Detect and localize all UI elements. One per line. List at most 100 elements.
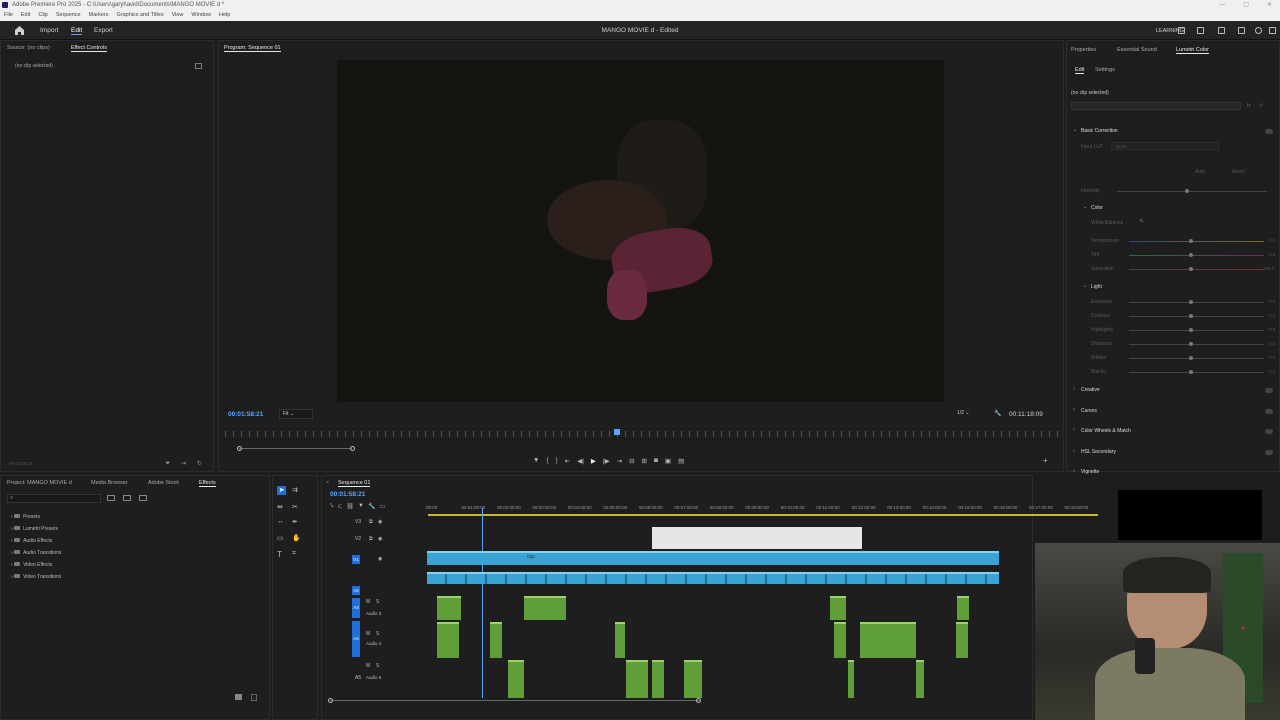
- camera-icon[interactable]: ◙: [654, 457, 658, 465]
- audio-clip[interactable]: [626, 660, 648, 698]
- section-basic-correction[interactable]: Basic Correction: [1081, 128, 1118, 134]
- close-button[interactable]: ✕: [1267, 0, 1272, 10]
- go-to-icon[interactable]: ⇥: [181, 460, 186, 467]
- tab-settings[interactable]: Settings: [1095, 67, 1115, 73]
- audio-clip[interactable]: [848, 660, 854, 698]
- yuv-effects-icon[interactable]: [139, 495, 147, 501]
- section-light[interactable]: Light: [1091, 284, 1102, 290]
- section-color[interactable]: Color: [1091, 205, 1103, 211]
- highlights-slider[interactable]: [1129, 328, 1264, 332]
- video-clip-v1[interactable]: Clip: [427, 551, 999, 565]
- tab-sequence[interactable]: Sequence 01: [338, 480, 371, 487]
- track-v2-label[interactable]: V2: [355, 536, 361, 542]
- saturation-slider[interactable]: [1129, 267, 1264, 271]
- tab-properties[interactable]: Properties: [1071, 47, 1096, 53]
- bin-presets[interactable]: › Presets: [11, 514, 40, 520]
- menu-sequence[interactable]: Sequence: [56, 10, 81, 21]
- tab-project[interactable]: Project: MANGO MOVIE d: [7, 480, 72, 486]
- chevron-right-icon[interactable]: ›: [1073, 448, 1075, 454]
- reset-button[interactable]: Reset: [1232, 169, 1245, 175]
- slip-tool-icon[interactable]: ↔: [277, 518, 284, 525]
- effects-search-input[interactable]: ⌕: [7, 494, 101, 503]
- fit-dropdown[interactable]: Fit ⌄: [279, 409, 313, 419]
- panel-export-icon[interactable]: [195, 63, 202, 69]
- add-marker-icon[interactable]: ▼: [533, 457, 539, 465]
- menu-view[interactable]: View: [172, 10, 184, 21]
- audio-clip[interactable]: [652, 660, 664, 698]
- work-area-bar[interactable]: [428, 514, 1098, 516]
- fx-icon[interactable]: fx: [1247, 103, 1251, 109]
- shadows-value[interactable]: 0.0: [1269, 341, 1275, 346]
- reset-icon[interactable]: ↺: [1259, 103, 1263, 109]
- menu-file[interactable]: File: [4, 10, 13, 21]
- wrench-icon[interactable]: 🔧: [994, 410, 1001, 417]
- nest-toggle-icon[interactable]: ⤥: [330, 503, 333, 510]
- 32bit-effects-icon[interactable]: [123, 495, 131, 501]
- step-back-icon[interactable]: ◀|: [577, 457, 584, 465]
- chevron-down-icon[interactable]: ⌄: [1073, 127, 1077, 133]
- eye-icon[interactable]: ◉: [378, 556, 382, 562]
- extract-icon[interactable]: ⊞: [642, 457, 647, 465]
- track-v1-target[interactable]: V1: [352, 555, 360, 564]
- audio-clip[interactable]: [684, 660, 702, 698]
- bin-video-transitions[interactable]: › Video Transitions: [11, 574, 61, 580]
- whites-value[interactable]: 0.0: [1269, 355, 1275, 360]
- tab-edit[interactable]: Edit: [1075, 67, 1085, 74]
- section-color-wheels[interactable]: Color Wheels & Match: [1081, 428, 1131, 434]
- timeline-playhead[interactable]: [482, 508, 484, 698]
- highlights-value[interactable]: 0.0: [1269, 327, 1275, 332]
- audio-clip[interactable]: [956, 622, 968, 658]
- toggle-curves[interactable]: [1265, 409, 1273, 414]
- mark-out-icon[interactable]: }: [556, 457, 558, 465]
- tab-essential-sound[interactable]: Essential Sound: [1117, 47, 1157, 53]
- mark-in-icon[interactable]: {: [546, 457, 548, 465]
- tab-source[interactable]: Source: (no clips): [7, 45, 50, 51]
- tint-slider[interactable]: [1129, 253, 1264, 257]
- track-a5-label[interactable]: A5: [355, 675, 361, 681]
- audio-clip[interactable]: [524, 596, 566, 620]
- tint-value[interactable]: 0.0: [1269, 252, 1275, 257]
- program-playhead[interactable]: [613, 429, 620, 435]
- chevron-right-icon[interactable]: ›: [1073, 407, 1075, 413]
- mute-button[interactable]: M: [366, 599, 370, 605]
- track-v3-label[interactable]: V3: [355, 519, 361, 525]
- audio-clip[interactable]: [490, 622, 502, 658]
- section-hsl-secondary[interactable]: HSL Secondary: [1081, 449, 1116, 455]
- captions-icon[interactable]: ▭: [379, 503, 385, 510]
- mute-button[interactable]: M: [366, 631, 370, 637]
- tab-adobe-stock[interactable]: Adobe Stock: [148, 480, 179, 486]
- go-to-out-icon[interactable]: ⇥: [617, 457, 622, 465]
- chevron-down-icon[interactable]: ⌄: [1083, 204, 1087, 210]
- auto-button[interactable]: Auto: [1195, 169, 1205, 175]
- program-title[interactable]: Program: Sequence 01: [224, 45, 281, 52]
- filter-icon[interactable]: ⏷: [165, 460, 171, 468]
- intensity-slider[interactable]: [1117, 189, 1267, 193]
- menu-icon[interactable]: [1238, 27, 1245, 34]
- section-creative[interactable]: Creative: [1081, 387, 1100, 393]
- play-icon[interactable]: ▶: [591, 457, 596, 465]
- menu-edit[interactable]: Edit: [21, 10, 30, 21]
- eye-icon[interactable]: ◉: [378, 519, 382, 525]
- bin-video-effects[interactable]: › Video Effects: [11, 562, 52, 568]
- tab-effects[interactable]: Effects: [199, 480, 216, 487]
- timeline-timecode[interactable]: 00:01:58:21: [330, 491, 365, 498]
- add-button-icon[interactable]: +: [1043, 456, 1048, 465]
- selection-tool-icon[interactable]: ➤: [277, 486, 286, 495]
- toggle-basic-correction[interactable]: [1265, 129, 1273, 134]
- menu-clip[interactable]: Clip: [38, 10, 47, 21]
- solo-button[interactable]: S: [376, 631, 379, 637]
- chevron-right-icon[interactable]: ›: [1073, 386, 1075, 392]
- razor-tool-icon[interactable]: ✂: [292, 503, 298, 511]
- audio-clip[interactable]: [860, 622, 916, 658]
- sync-lock-icon[interactable]: ⧉: [369, 519, 373, 525]
- program-timecode[interactable]: 00:01:58:21: [228, 411, 263, 418]
- ripple-edit-tool-icon[interactable]: ⇹: [277, 503, 283, 511]
- comparison-icon[interactable]: ▣: [665, 457, 671, 465]
- temperature-value[interactable]: 0.0: [1269, 238, 1275, 243]
- title-clip[interactable]: [652, 527, 862, 549]
- audio-clip[interactable]: [916, 660, 924, 698]
- quick-export-icon[interactable]: [1197, 27, 1204, 34]
- caption-tool-icon[interactable]: ⌗: [292, 550, 296, 558]
- bin-audio-effects[interactable]: › Audio Effects: [11, 538, 52, 544]
- temperature-slider[interactable]: [1129, 239, 1264, 243]
